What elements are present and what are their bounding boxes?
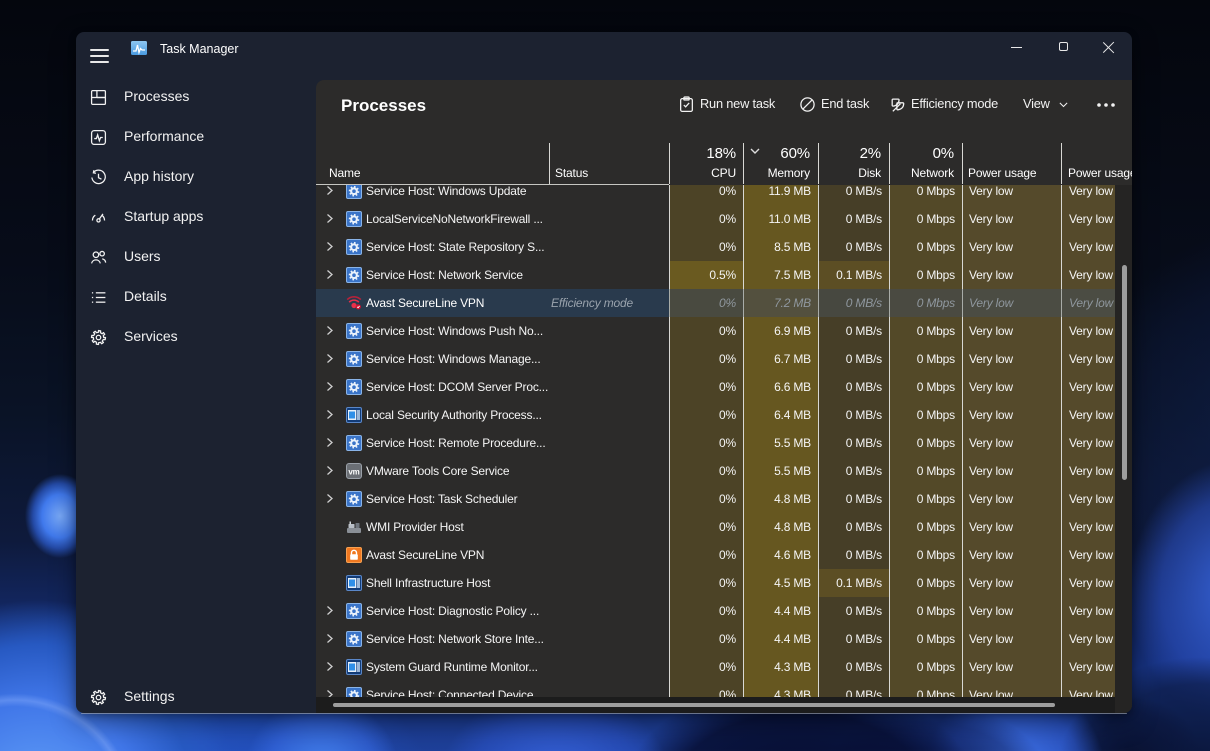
svg-text:vm: vm [348, 468, 359, 477]
